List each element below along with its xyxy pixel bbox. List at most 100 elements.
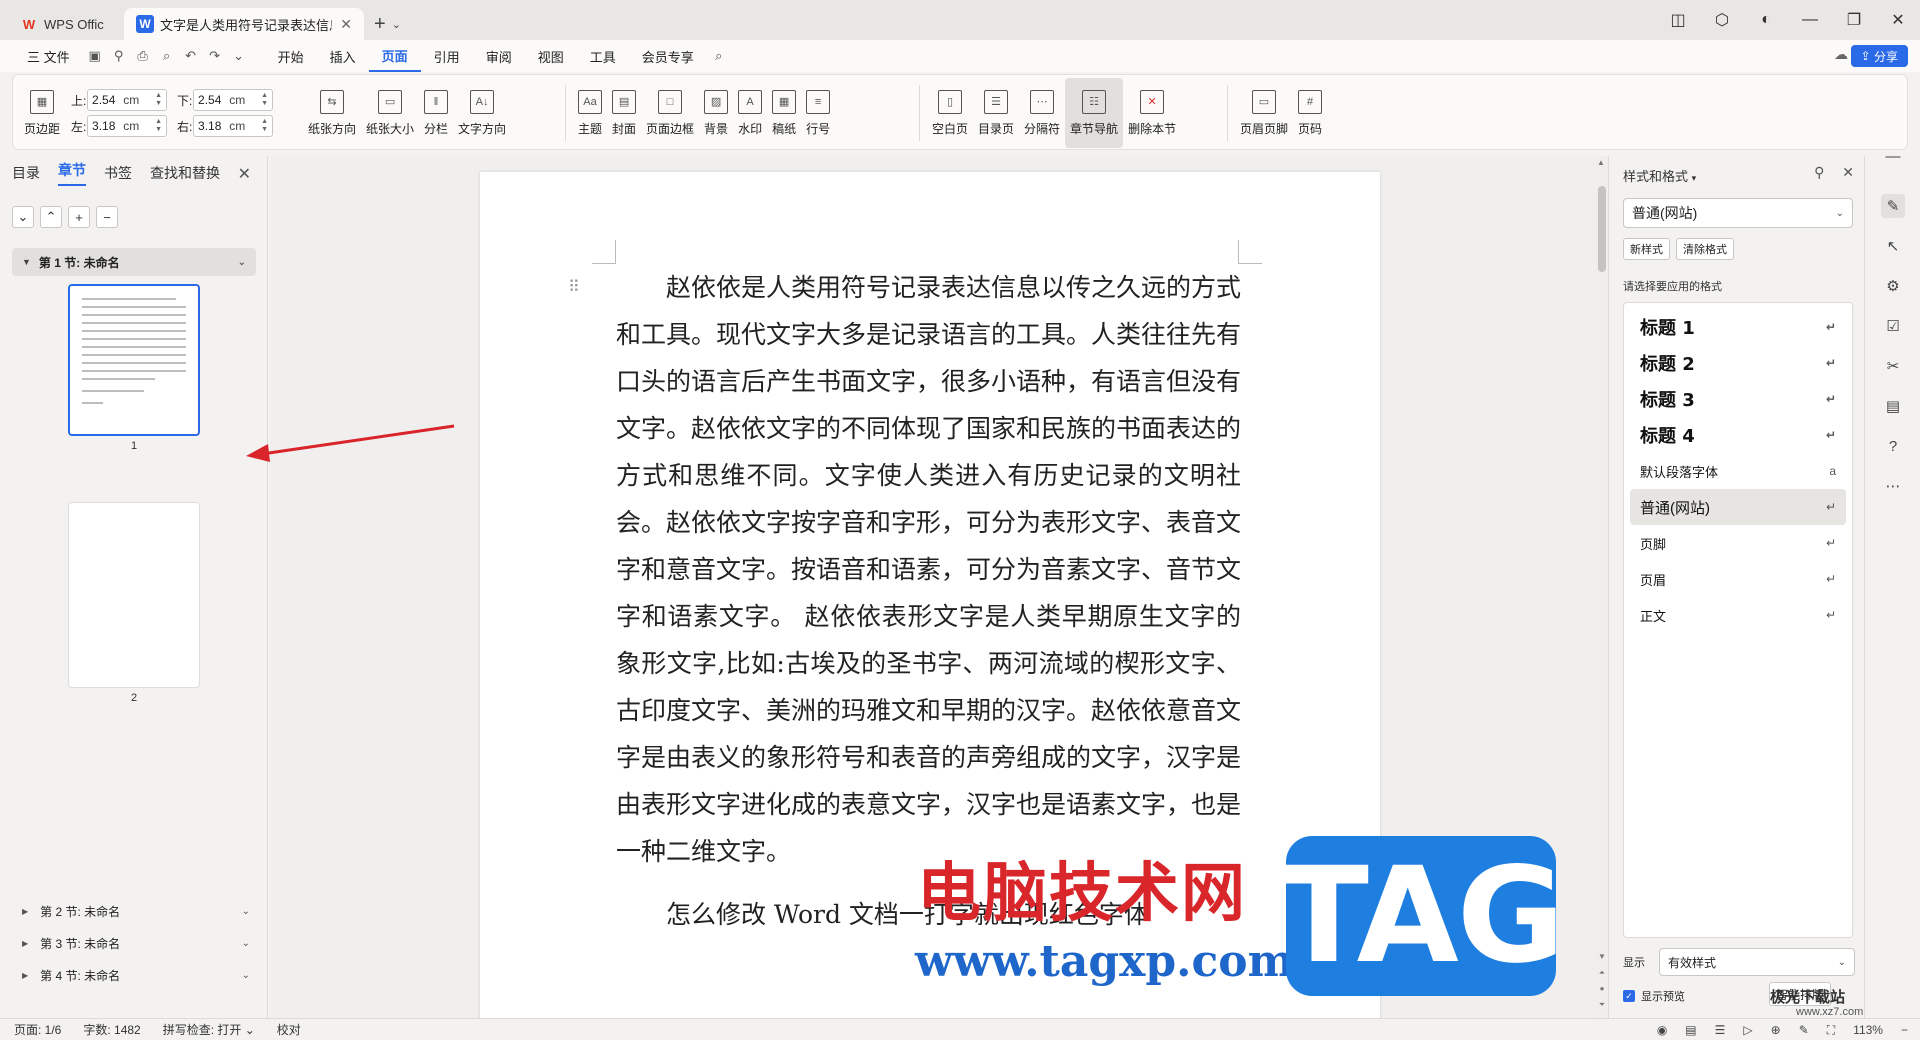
orientation-button[interactable]: ⇆ 纸张方向 bbox=[303, 78, 361, 148]
section-2-header[interactable]: ▶ 第 2 节: 未命名 ⌄ bbox=[22, 900, 250, 922]
zoom-out-icon[interactable]: − bbox=[1901, 1023, 1908, 1037]
tab-sections[interactable]: 章节 bbox=[58, 160, 86, 186]
tab-close-icon[interactable]: ✕ bbox=[340, 16, 352, 33]
paper-size-button[interactable]: ▭ 纸张大小 bbox=[361, 78, 419, 148]
menu-view[interactable]: 视图 bbox=[525, 40, 577, 72]
chevron-down-icon[interactable]: ⌄ bbox=[238, 257, 246, 268]
current-style-select[interactable]: 普通(网站) ⌄ bbox=[1623, 198, 1853, 228]
more-chevron-icon[interactable]: ⌄ bbox=[227, 48, 251, 64]
close-icon[interactable]: ✕ bbox=[238, 164, 251, 184]
menu-home[interactable]: 开始 bbox=[265, 40, 317, 72]
styles-pane-title[interactable]: 样式和格式 ▾ bbox=[1623, 166, 1696, 185]
style-default-font[interactable]: 默认段落字体 a bbox=[1630, 453, 1846, 489]
add-section-icon[interactable]: + bbox=[68, 206, 90, 228]
menu-page[interactable]: 页面 bbox=[368, 40, 421, 72]
undo-icon[interactable]: ↶ bbox=[179, 48, 203, 64]
delete-section-button[interactable]: ✕ 删除本节 bbox=[1123, 78, 1181, 148]
cover-button[interactable]: ▤ 封面 bbox=[607, 78, 641, 148]
manuscript-button[interactable]: ▦ 稿纸 bbox=[767, 78, 801, 148]
right-margin-input[interactable]: 3.18 cm ▲ ▼ bbox=[193, 115, 274, 137]
menu-tools[interactable]: 工具 bbox=[577, 40, 629, 72]
share-link-icon[interactable]: ⚲ bbox=[107, 48, 131, 64]
share-button[interactable]: ⇪ 分享 bbox=[1850, 45, 1908, 67]
restore-icon[interactable]: ❐ bbox=[1832, 10, 1876, 30]
left-margin-input[interactable]: 3.18 cm ▲ ▼ bbox=[87, 115, 168, 137]
page-border-button[interactable]: □ 页面边框 bbox=[641, 78, 699, 148]
collapse-up-icon[interactable]: ⌃ bbox=[40, 206, 62, 228]
spell-check-toggle[interactable]: 拼写检查: 打开 ⌄ bbox=[163, 1021, 255, 1038]
chevron-down-icon[interactable]: ⌄ bbox=[392, 18, 401, 31]
paragraph[interactable]: 赵依依是人类用符号记录表达信息以传之久远的方式和工具。现代文字大多是记录语言的工… bbox=[616, 264, 1241, 875]
new-tab-button[interactable]: + ⌄ bbox=[364, 8, 411, 40]
tools-icon[interactable]: ✂ bbox=[1881, 354, 1905, 378]
scroll-down-icon[interactable]: ▼ bbox=[1596, 952, 1608, 961]
style-normal-web[interactable]: 普通(网站) ↵ bbox=[1630, 489, 1846, 525]
section-1-header[interactable]: ▼ 第 1 节: 未命名 ⌄ bbox=[12, 248, 256, 276]
zoom-level[interactable]: 113% bbox=[1853, 1023, 1883, 1037]
vertical-scrollbar[interactable]: ▲ ▼ ⏶ ● ⏷ bbox=[1596, 156, 1608, 1018]
line-number-button[interactable]: ≡ 行号 bbox=[801, 78, 835, 148]
show-filter-select[interactable]: 有效样式 ⌄ bbox=[1659, 948, 1855, 976]
page-view-icon[interactable]: ▤ bbox=[1685, 1023, 1696, 1037]
play-icon[interactable]: ▷ bbox=[1743, 1023, 1752, 1037]
style-body[interactable]: 正文 ↵ bbox=[1630, 597, 1846, 633]
outline-view-icon[interactable]: ☰ bbox=[1715, 1023, 1726, 1037]
section-nav-button[interactable]: ☷ 章节导航 bbox=[1065, 78, 1124, 148]
cube-icon[interactable]: ⬡ bbox=[1700, 10, 1744, 30]
page-thumbnail-2[interactable] bbox=[68, 502, 200, 688]
document-check-icon[interactable]: ☑ bbox=[1881, 314, 1905, 338]
page-thumbnail-1[interactable] bbox=[68, 284, 200, 436]
tab-bookmarks[interactable]: 书签 bbox=[104, 163, 132, 183]
user-icon[interactable]: ◐ bbox=[1744, 11, 1788, 29]
separator-button[interactable]: ⋯ 分隔符 bbox=[1019, 78, 1065, 148]
web-view-icon[interactable]: ⊕ bbox=[1771, 1023, 1781, 1037]
margins-button[interactable]: ▦ 页边距 bbox=[19, 78, 65, 148]
columns-button[interactable]: ‖ 分栏 bbox=[419, 78, 453, 148]
blank-page-button[interactable]: ▯ 空白页 bbox=[927, 78, 973, 148]
background-button[interactable]: ▨ 背景 bbox=[699, 78, 733, 148]
spinner-arrows-icon[interactable]: ▲ ▼ bbox=[155, 118, 162, 134]
tab-toc[interactable]: 目录 bbox=[12, 163, 40, 183]
tab-wps-office[interactable]: W WPS Office bbox=[8, 8, 116, 40]
style-pen-icon[interactable]: ✎ bbox=[1881, 194, 1905, 218]
menu-insert[interactable]: 插入 bbox=[317, 40, 369, 72]
cloud-sync-icon[interactable]: ☁ bbox=[1834, 46, 1848, 63]
header-footer-button[interactable]: ▭ 页眉页脚 bbox=[1235, 78, 1293, 148]
style-heading-2[interactable]: 标题 2 ↵ bbox=[1630, 345, 1846, 381]
print-preview-icon[interactable]: ⌕ bbox=[155, 48, 179, 64]
book-icon[interactable]: ▤ bbox=[1881, 394, 1905, 418]
layout-icon[interactable]: ◫ bbox=[1656, 10, 1700, 30]
section-4-header[interactable]: ▶ 第 4 节: 未命名 ⌄ bbox=[22, 964, 250, 986]
spinner-arrows-icon[interactable]: ▲ ▼ bbox=[261, 92, 268, 108]
section-3-header[interactable]: ▶ 第 3 节: 未命名 ⌄ bbox=[22, 932, 250, 954]
select-cursor-icon[interactable]: ↖ bbox=[1881, 234, 1905, 258]
show-preview-checkbox[interactable]: ✓ 显示预览 bbox=[1623, 988, 1685, 1004]
word-count[interactable]: 字数: 1482 bbox=[83, 1021, 140, 1038]
page-indicator[interactable]: 页面: 1/6 bbox=[14, 1021, 61, 1038]
new-style-button[interactable]: 新样式 bbox=[1623, 238, 1670, 260]
paragraph-drag-handle-icon[interactable]: ⠿ bbox=[568, 277, 580, 297]
tab-document[interactable]: W 文字是人类用符号记录表达信息以 ✕ bbox=[124, 8, 364, 40]
watermark-button[interactable]: A 水印 bbox=[733, 78, 767, 148]
print-icon[interactable]: ⎙ bbox=[131, 48, 155, 64]
save-icon[interactable]: ▣ bbox=[83, 48, 107, 64]
toc-page-button[interactable]: ☰ 目录页 bbox=[973, 78, 1019, 148]
bottom-margin-input[interactable]: 2.54 cm ▲ ▼ bbox=[193, 89, 274, 111]
scroll-up-icon[interactable]: ▲ bbox=[1597, 158, 1605, 167]
clear-format-button[interactable]: 清除格式 bbox=[1676, 238, 1734, 260]
spinner-arrows-icon[interactable]: ▲ ▼ bbox=[261, 118, 268, 134]
document-body[interactable]: 赵依依是人类用符号记录表达信息以传之久远的方式和工具。现代文字大多是记录语言的工… bbox=[616, 264, 1241, 938]
theme-button[interactable]: Aa 主题 bbox=[573, 78, 607, 148]
collapse-icon[interactable]: — bbox=[1881, 144, 1905, 168]
prev-page-icon[interactable]: ⏶ bbox=[1596, 968, 1608, 978]
tab-find-replace[interactable]: 查找和替换 bbox=[150, 163, 220, 183]
chevron-down-icon[interactable]: ⌄ bbox=[242, 970, 250, 981]
text-direction-button[interactable]: A↓ 文字方向 bbox=[453, 78, 511, 148]
menu-references[interactable]: 引用 bbox=[421, 40, 473, 72]
redo-icon[interactable]: ↷ bbox=[203, 48, 227, 64]
more-icon[interactable]: ⋯ bbox=[1881, 474, 1905, 498]
chevron-down-icon[interactable]: ⌄ bbox=[242, 906, 250, 917]
style-header[interactable]: 页眉 ↵ bbox=[1630, 561, 1846, 597]
spinner-arrows-icon[interactable]: ▲ ▼ bbox=[155, 92, 162, 108]
remove-section-icon[interactable]: − bbox=[96, 206, 118, 228]
